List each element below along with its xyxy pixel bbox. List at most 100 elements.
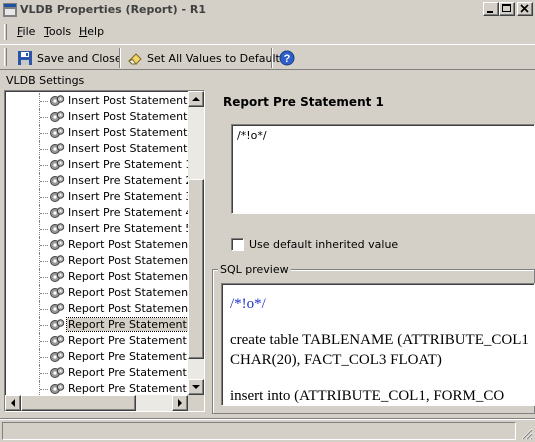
tree-connector-h — [40, 117, 48, 118]
toolbar-separator — [119, 48, 121, 68]
tree-item[interactable]: Insert Pre Statement 4 — [5, 205, 193, 221]
tree-connector-h — [40, 213, 48, 214]
settings-tree[interactable]: Insert Post Statement 2 Insert Post State… — [4, 90, 205, 412]
use-default-label: Use default inherited value — [249, 238, 399, 251]
floppy-disk-icon — [18, 51, 32, 65]
tree-item-label: Report Pre Statement 4 — [68, 366, 198, 379]
setting-value-textarea[interactable]: /*!o*/ — [231, 124, 535, 214]
menu-file-label: ile — [22, 25, 36, 38]
tree-connector-h — [40, 149, 48, 150]
tree-connector-h — [40, 261, 48, 262]
set-all-defaults-button[interactable]: Set All Values to Default — [127, 48, 280, 68]
app-icon — [3, 3, 17, 17]
tree-connector-h — [40, 293, 48, 294]
gear-icon — [49, 190, 65, 204]
tree-item-label: Insert Pre Statement 1 — [68, 158, 193, 171]
tree-connector-h — [40, 325, 48, 326]
tree-item-label: Insert Post Statement 2 — [68, 94, 198, 107]
tree-item-label: Insert Pre Statement 5 — [68, 222, 193, 235]
tree-connector-h — [40, 197, 48, 198]
tree-connector-h — [40, 245, 48, 246]
toolbar-separator-2 — [271, 48, 273, 68]
close-button[interactable] — [517, 2, 533, 16]
sql-preview-label: SQL preview — [218, 263, 291, 276]
gear-icon — [49, 366, 65, 380]
gear-icon — [49, 334, 65, 348]
gear-icon — [49, 350, 65, 364]
tree-vertical-scrollbar[interactable] — [188, 91, 204, 395]
tree-list: Insert Post Statement 2 Insert Post State… — [5, 93, 203, 397]
toolbar-grip — [4, 48, 7, 66]
tree-item[interactable]: Insert Pre Statement 5 — [5, 221, 193, 237]
menu-tools[interactable]: Tools — [44, 25, 71, 38]
sql-preview-comment: /*!o*/ — [230, 296, 266, 312]
menu-file[interactable]: File — [17, 25, 35, 38]
scroll-thumb[interactable] — [188, 179, 204, 359]
tree-item[interactable]: Report Post Statement 5 — [5, 301, 203, 317]
tree-item-label: Insert Pre Statement 4 — [68, 206, 193, 219]
tree-item[interactable]: Report Pre Statement 1 — [5, 317, 200, 333]
tree-item[interactable]: Insert Pre Statement 3 — [5, 189, 192, 205]
tree-item[interactable]: Insert Post Statement 3 — [5, 109, 198, 125]
tree-horizontal-scrollbar[interactable] — [5, 395, 188, 411]
menu-help[interactable]: Help — [79, 25, 104, 38]
scroll-down-button[interactable] — [188, 379, 204, 395]
tree-item-label: Report Pre Statement 3 — [68, 350, 198, 363]
gear-icon — [49, 222, 65, 236]
minimize-button[interactable] — [483, 2, 499, 16]
scroll-left-button[interactable] — [5, 395, 21, 411]
arrow-down-icon — [192, 385, 200, 389]
tree-connector-h — [40, 229, 48, 230]
menu-grip — [4, 24, 7, 40]
tree-connector-h — [40, 309, 48, 310]
menu-tools-label: ools — [48, 25, 72, 38]
gear-icon — [49, 110, 65, 124]
scroll-up-button[interactable] — [188, 91, 204, 107]
tree-item[interactable]: Report Pre Statement 2 — [5, 333, 197, 349]
tree-item[interactable]: Report Post Statement 3 — [5, 269, 203, 285]
sql-preview-text[interactable]: /*!o*/ create table TABLENAME (ATTRIBUTE… — [221, 283, 535, 406]
status-bar — [0, 418, 535, 442]
tree-item[interactable]: Insert Post Statement 4 — [5, 125, 198, 141]
vldb-settings-label: VLDB Settings — [6, 74, 85, 87]
tree-item[interactable]: Report Pre Statement 4 — [5, 365, 197, 381]
tree-item-label: Report Post Statement 4 — [68, 286, 203, 299]
gear-icon — [49, 238, 65, 252]
tree-item-label: Report Pre Statement 5 — [68, 382, 198, 395]
tree-connector-h — [40, 133, 48, 134]
arrow-left-icon — [11, 399, 15, 407]
help-button[interactable]: ? — [279, 48, 299, 68]
tree-item[interactable]: Report Post Statement 1 — [5, 237, 203, 253]
tree-item[interactable]: Report Post Statement 4 — [5, 285, 203, 301]
sql-preview-line-1: create table TABLENAME (ATTRIBUTE_COL1 — [230, 332, 529, 348]
tree-item[interactable]: Report Post Statement 2 — [5, 253, 203, 269]
save-and-close-label: Save and Close — [37, 51, 122, 65]
scroll-corner — [188, 395, 204, 411]
tree-connector-h — [40, 373, 48, 374]
tree-item-label: Report Post Statement 3 — [68, 270, 203, 283]
tree-connector-h — [40, 357, 48, 358]
gear-icon — [49, 142, 65, 156]
tree-item[interactable]: Insert Post Statement 5 — [5, 141, 198, 157]
tree-item[interactable]: Insert Pre Statement 1 — [5, 157, 193, 173]
tree-connector-h — [40, 341, 48, 342]
eraser-icon — [128, 53, 142, 65]
tree-connector-h — [40, 181, 48, 182]
save-and-close-button[interactable]: Save and Close — [17, 48, 122, 68]
scroll-right-button[interactable] — [172, 395, 188, 411]
gear-icon — [49, 302, 65, 316]
detail-panel: Report Pre Statement 1 /*!o*/ Use defaul… — [212, 88, 535, 414]
gear-icon — [49, 318, 65, 332]
tree-item-label: Insert Post Statement 5 — [68, 142, 198, 155]
size-grip-icon[interactable] — [521, 428, 533, 440]
tree-item[interactable]: Insert Post Statement 2 — [5, 93, 198, 109]
use-default-checkbox[interactable] — [231, 238, 244, 251]
menu-bar: File Tools Help — [0, 22, 535, 42]
tree-item[interactable]: Insert Pre Statement 2 — [5, 173, 192, 189]
tree-item[interactable]: Report Pre Statement 3 — [5, 349, 197, 365]
maximize-button[interactable] — [499, 2, 515, 16]
gear-icon — [49, 286, 65, 300]
tree-item-label: Insert Post Statement 3 — [68, 110, 198, 123]
hscroll-thumb[interactable] — [21, 395, 136, 411]
menu-help-label: elp — [87, 25, 105, 38]
